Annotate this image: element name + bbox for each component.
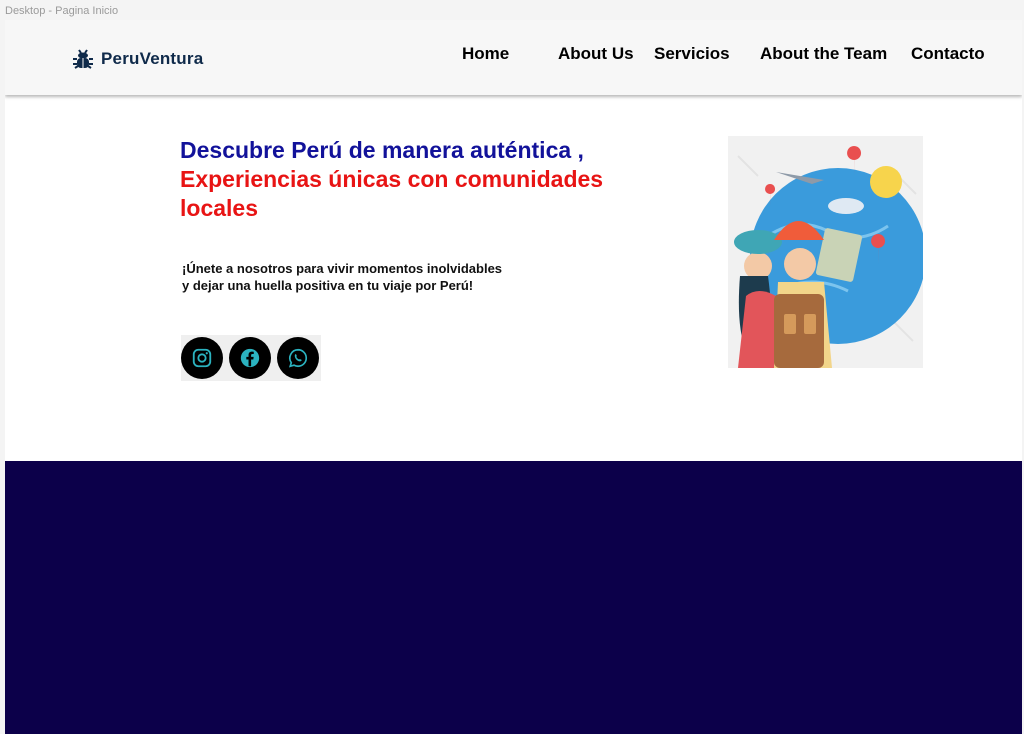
facebook-icon — [240, 348, 260, 368]
nav-home[interactable]: Home — [462, 44, 509, 64]
instagram-icon — [192, 348, 212, 368]
page-frame: PeruVentura Home About Us Servicios Abou… — [5, 20, 1022, 734]
nav-about-us[interactable]: About Us — [558, 44, 634, 64]
bug-logo-icon — [73, 49, 93, 69]
hero-title-line2: Experiencias únicas con comunidades loca… — [180, 166, 604, 221]
hero-subtitle: ¡Únete a nosotros para vivir momentos in… — [182, 260, 602, 294]
whatsapp-icon — [288, 348, 307, 368]
hero-subtitle-line2: y dejar una huella positiva en tu viaje … — [182, 278, 474, 293]
facebook-button[interactable] — [229, 337, 271, 379]
whatsapp-button[interactable] — [277, 337, 319, 379]
hero-title: Descubre Perú de manera auténtica , Expe… — [180, 136, 660, 223]
social-links — [181, 335, 321, 381]
hero-title-line1: Descubre Perú de manera auténtica , — [180, 137, 584, 163]
nav-contacto[interactable]: Contacto — [911, 44, 985, 64]
logo-text: PeruVentura — [101, 49, 204, 68]
hero-subtitle-line1: ¡Únete a nosotros para vivir momentos in… — [182, 261, 503, 276]
logo[interactable]: PeruVentura — [71, 47, 203, 71]
navbar: PeruVentura Home About Us Servicios Abou… — [5, 20, 1022, 95]
nav-servicios[interactable]: Servicios — [654, 44, 730, 64]
travelers-illustration — [728, 136, 923, 368]
dark-footer-section — [5, 461, 1022, 734]
nav-about-the-team[interactable]: About the Team — [760, 44, 887, 64]
frame-label: Desktop - Pagina Inicio — [5, 5, 119, 17]
instagram-button[interactable] — [181, 337, 223, 379]
